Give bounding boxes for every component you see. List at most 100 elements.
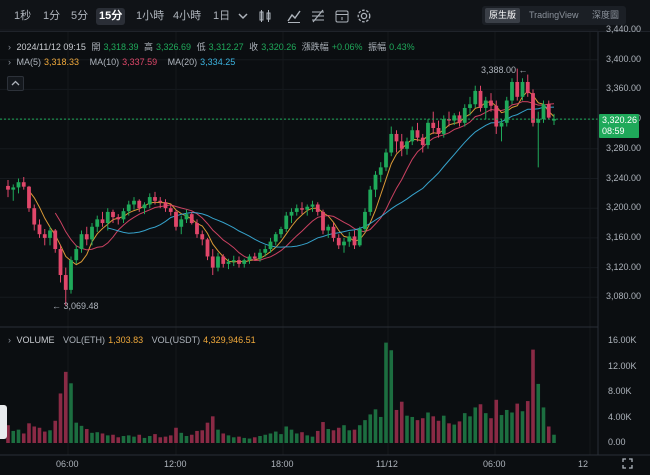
candle-body — [142, 204, 147, 209]
volume-bar — [531, 349, 535, 443]
volume-bar — [447, 423, 451, 443]
volume-bar — [16, 429, 21, 443]
ma10-value: 3,337.59 — [122, 57, 158, 67]
volume-bar — [410, 416, 415, 443]
volume-bar — [27, 423, 31, 443]
candle-body — [294, 208, 299, 212]
candle-body — [305, 206, 310, 210]
candle-body — [321, 211, 325, 231]
legend-collapse-button[interactable] — [7, 76, 24, 91]
volume-bar — [147, 436, 152, 443]
candle-body — [536, 119, 541, 123]
candle-body — [373, 174, 378, 190]
volume-bar — [247, 438, 252, 443]
volume-bar — [273, 431, 278, 443]
volume-bar — [462, 413, 467, 443]
volume-bar — [373, 409, 378, 443]
volume-bar — [263, 434, 268, 443]
candle-body — [415, 130, 420, 138]
volume-bar — [216, 429, 220, 443]
ma-legend: › MA(5) 3,318.33 MA(10) 3,337.59 MA(20) 3,3… — [8, 57, 238, 67]
volume-bar — [205, 422, 210, 443]
volume-bar — [483, 413, 488, 443]
vol-eth-label: VOL(ETH) — [63, 335, 106, 345]
volume-tick: 16.00K — [608, 335, 637, 346]
ma10-label: MA(10) — [89, 57, 120, 67]
volume-bar — [336, 427, 341, 443]
fullscreen-icon[interactable] — [621, 457, 634, 470]
candle-body — [58, 249, 63, 276]
time-tick: 12 — [578, 459, 589, 469]
volume-tick: 8.00K — [608, 386, 632, 397]
volume-bar — [105, 435, 110, 443]
candle-body — [483, 100, 488, 108]
volume-bar — [231, 437, 236, 443]
volume-bar — [420, 418, 425, 443]
time-tick: 06:00 — [483, 459, 506, 469]
volume-bar — [42, 431, 47, 443]
volume-bar — [90, 432, 94, 443]
price-tick: 3,080.00 — [606, 291, 642, 302]
volume-bar — [436, 420, 441, 443]
volume-bar — [468, 416, 472, 443]
candle-body — [37, 224, 42, 235]
candle-body — [436, 128, 441, 134]
price-tick: 3,200.00 — [606, 202, 642, 213]
candle-body — [116, 217, 121, 220]
candle-body — [158, 200, 163, 203]
volume-bar — [520, 411, 525, 443]
ma20-label: MA(20) — [167, 57, 198, 67]
candle-body — [279, 228, 283, 235]
volume-bar — [189, 434, 194, 443]
ma10-line — [54, 101, 555, 262]
volume-bar — [431, 416, 436, 443]
volume-bar — [315, 430, 320, 443]
volume-bar — [384, 342, 388, 443]
vol-usdt-label: VOL(USDT) — [151, 335, 201, 345]
candle-body — [258, 252, 262, 259]
volume-bar — [242, 437, 247, 443]
candle-body — [132, 200, 136, 205]
high-annotation: 3,388.00 ← — [481, 65, 528, 75]
volume-bar — [294, 433, 299, 443]
volume-bar — [489, 418, 493, 443]
candle-body — [121, 211, 126, 220]
volume-bar — [552, 434, 556, 443]
volume-bar — [536, 383, 541, 443]
ma5-label: MA(5) — [16, 57, 42, 67]
volume-bar — [100, 433, 105, 443]
open-label: 開 — [91, 42, 101, 52]
candle-body — [300, 208, 304, 210]
volume-bar — [300, 432, 304, 443]
change-label: 漲跌幅 — [301, 42, 329, 52]
candle-body — [205, 239, 210, 257]
volume-bar — [389, 350, 394, 443]
candle-body — [441, 119, 446, 134]
candle-body — [11, 187, 16, 190]
volume-bar — [504, 409, 509, 443]
ohlc-date: 2024/11/12 09:15 — [16, 42, 86, 52]
volume-bar — [347, 430, 352, 443]
volume-bar — [321, 422, 325, 443]
volume-bar — [210, 416, 215, 443]
volume-bar — [415, 420, 420, 443]
candle-body — [431, 122, 436, 129]
price-tick: 3,240.00 — [606, 172, 642, 183]
candle-body — [195, 223, 199, 235]
volume-bar — [494, 399, 499, 443]
low-value: 3,312.27 — [208, 42, 244, 52]
volume-bar — [310, 436, 315, 443]
countdown: 08:59 — [602, 126, 625, 136]
high-value: 3,326.69 — [156, 42, 192, 52]
volume-bar — [525, 401, 530, 443]
chart-canvas[interactable] — [0, 0, 650, 475]
volume-bar — [226, 435, 231, 443]
volume-tick: 4.00K — [608, 411, 632, 422]
legend-caret: › — [8, 57, 11, 67]
price-tick: 3,360.00 — [606, 83, 642, 94]
side-panel-handle[interactable] — [0, 405, 7, 439]
volume-bar — [394, 409, 399, 443]
volume-bar — [399, 401, 404, 443]
candle-body — [137, 200, 142, 209]
low-annotation: ← 3,069.48 — [52, 301, 99, 311]
